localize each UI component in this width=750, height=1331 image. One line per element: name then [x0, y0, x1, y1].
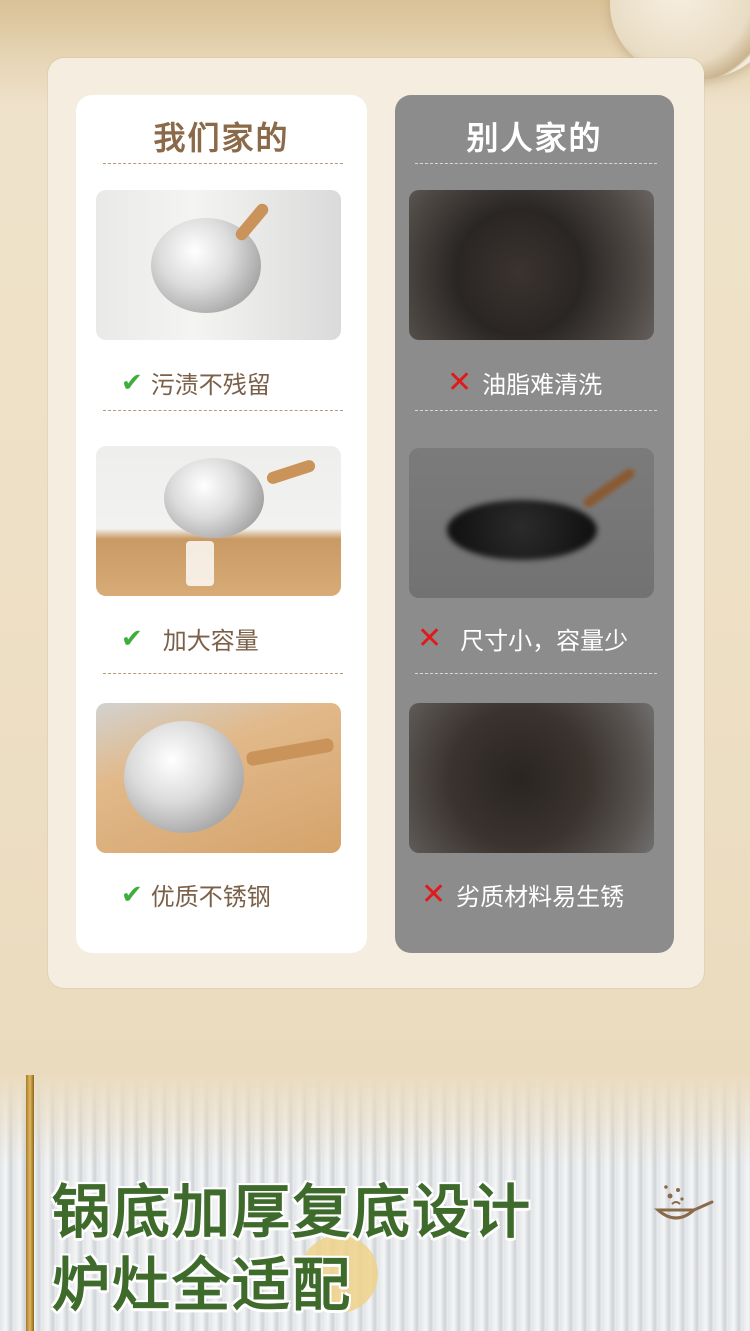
pan-handle	[245, 737, 335, 767]
our-product-card: 我们家的 ✔ 污渍不残留 ✔ 加大容量 ✔ 优质不锈钢	[76, 95, 367, 953]
other-card-title: 别人家的	[466, 119, 603, 157]
other-feature-item: ✕ 油脂难清洗	[447, 364, 603, 400]
banner-headline-line2: 炉灶全适配	[52, 1251, 353, 1319]
pan-handle	[233, 201, 271, 243]
our-feature-item: ✔ 优质不锈钢	[121, 879, 271, 912]
banner-fade	[0, 1075, 750, 1165]
wok-cooking-icon	[654, 1185, 714, 1220]
rusty-pan-photo	[409, 703, 654, 853]
banner-headline-line1: 锅底加厚复底设计	[52, 1178, 533, 1246]
rinsing-pan-photo	[96, 190, 341, 340]
pan-bottom-photo	[96, 703, 341, 853]
greasy-pan-photo	[409, 190, 654, 340]
pouring-milk-photo	[96, 446, 341, 596]
check-icon: ✔	[121, 367, 143, 398]
steel-pan-bottom	[124, 721, 244, 833]
other-feature-item: ✕ 尺寸小，容量少	[417, 620, 629, 656]
wok-handle	[581, 466, 637, 510]
divider	[103, 410, 343, 411]
other-feature-item: ✕ 劣质材料易生锈	[421, 876, 625, 912]
check-icon: ✔	[121, 879, 143, 910]
dark-wok	[447, 500, 597, 560]
milk-glass	[186, 541, 214, 586]
divider	[103, 163, 343, 164]
cross-icon: ✕	[417, 620, 443, 656]
cross-icon: ✕	[447, 364, 473, 400]
steel-pan	[164, 458, 264, 538]
pan-handle	[265, 458, 317, 486]
divider	[415, 410, 657, 411]
small-wok-photo	[409, 448, 654, 598]
divider	[103, 673, 343, 674]
other-product-card: 别人家的 ✕ 油脂难清洗 ✕ 尺寸小，容量少 ✕ 劣质材料易生锈	[395, 95, 674, 953]
gold-accent-strip	[26, 1075, 34, 1331]
cross-icon: ✕	[421, 876, 447, 912]
our-feature-item: ✔ 加大容量	[121, 623, 259, 656]
our-card-title: 我们家的	[153, 119, 290, 157]
divider	[415, 673, 657, 674]
our-feature-item: ✔ 污渍不残留	[121, 367, 271, 400]
divider	[415, 163, 657, 164]
check-icon: ✔	[121, 623, 143, 654]
